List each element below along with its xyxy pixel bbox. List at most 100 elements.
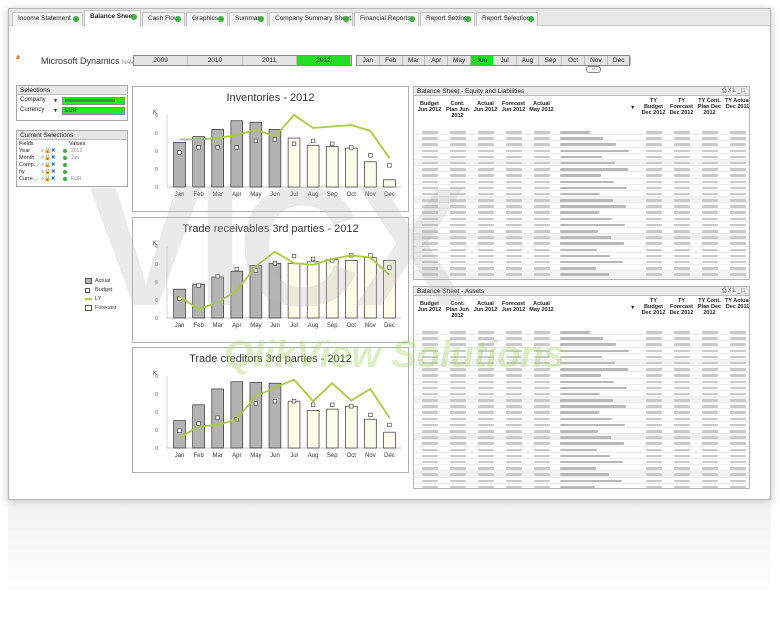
bar-forecast[interactable] bbox=[383, 431, 396, 449]
bar-actual[interactable] bbox=[230, 270, 244, 319]
tab-graphics[interactable]: Graphics bbox=[186, 12, 228, 26]
month-may[interactable]: May bbox=[448, 56, 471, 65]
tab-income-statement[interactable]: Income Statement bbox=[12, 12, 83, 26]
tab-balance-sheet[interactable]: Balance Sheet bbox=[84, 10, 141, 27]
column-header[interactable]: TY Forecast Dec 2012 bbox=[668, 298, 695, 316]
month-sep[interactable]: Sep bbox=[539, 56, 563, 65]
selection-action-icons[interactable]: ⌕🔒✖ bbox=[41, 169, 56, 175]
tab-company-summary-sheet[interactable]: Company Summary Sheet bbox=[269, 12, 353, 26]
year-2011[interactable]: 2011 bbox=[243, 56, 297, 65]
bar-forecast[interactable] bbox=[345, 260, 358, 319]
month-jun[interactable]: Jun bbox=[471, 56, 494, 65]
scroll-cursor-icon[interactable]: ⇔ bbox=[586, 66, 601, 73]
month-mar[interactable]: Mar bbox=[403, 56, 426, 65]
bar-actual[interactable] bbox=[268, 382, 282, 449]
tab-report-settings[interactable]: Report Settings bbox=[420, 12, 475, 26]
selection-action-icons[interactable]: ⌕🔒✖ bbox=[41, 176, 56, 182]
blurred-cell bbox=[730, 436, 746, 439]
blurred-cell bbox=[560, 205, 626, 208]
selection-action-icons[interactable]: ⌕🔒✖ bbox=[41, 148, 56, 154]
bar-actual[interactable] bbox=[192, 136, 205, 188]
bar-actual[interactable] bbox=[211, 276, 224, 319]
blurred-cell bbox=[560, 149, 629, 153]
blurred-cell bbox=[730, 423, 746, 427]
bar-forecast[interactable] bbox=[306, 144, 320, 188]
year-2009[interactable]: 2009 bbox=[134, 56, 189, 65]
company-dropdown-icon[interactable]: ▼ bbox=[53, 98, 58, 104]
blurred-cell bbox=[478, 131, 494, 134]
table-controls-icon[interactable]: ⎙XL_□ bbox=[722, 287, 746, 296]
selection-action-icons[interactable]: ⌕🔒✖ bbox=[41, 155, 56, 161]
bar-actual[interactable] bbox=[173, 142, 186, 188]
bar-actual[interactable] bbox=[230, 120, 244, 188]
bar-forecast[interactable] bbox=[306, 410, 320, 449]
bar-actual[interactable] bbox=[192, 283, 205, 319]
month-jan[interactable]: Jan bbox=[357, 56, 380, 65]
bar-forecast[interactable] bbox=[364, 418, 377, 449]
bar-actual[interactable] bbox=[268, 262, 282, 319]
column-header[interactable]: Budget Jun 2012 bbox=[416, 301, 443, 313]
bar-actual[interactable] bbox=[249, 265, 263, 319]
column-header[interactable]: Cont. Plan Jun 2012 bbox=[444, 101, 471, 119]
month-oct[interactable]: Oct bbox=[562, 56, 585, 65]
sort-dropdown-icon[interactable]: ▼ bbox=[630, 305, 635, 311]
sort-dropdown-icon[interactable]: ▼ bbox=[630, 105, 635, 111]
tab-cash-flow[interactable]: Cash Flow bbox=[142, 12, 185, 26]
company-value[interactable] bbox=[62, 97, 125, 105]
month-feb[interactable]: Feb bbox=[380, 56, 403, 65]
blurred-cell bbox=[646, 192, 662, 196]
selection-action-icons[interactable]: ⌕🔒✖ bbox=[41, 162, 56, 168]
bar-forecast[interactable] bbox=[345, 147, 358, 188]
year-2012[interactable]: 2012 bbox=[296, 56, 351, 65]
column-header[interactable]: TY Actual Dec 2011 bbox=[724, 98, 749, 110]
bar-forecast[interactable] bbox=[287, 400, 301, 449]
blurred-cell bbox=[422, 186, 438, 190]
column-header[interactable]: Actual Jun 2012 bbox=[472, 101, 499, 113]
bar-forecast[interactable] bbox=[345, 405, 358, 449]
column-header[interactable]: Budget Jun 2012 bbox=[416, 101, 443, 113]
column-header[interactable]: Actual May 2012 bbox=[528, 301, 555, 313]
month-dec[interactable]: Dec bbox=[608, 56, 631, 65]
table-row[interactable] bbox=[414, 271, 749, 278]
blurred-cell bbox=[506, 230, 522, 233]
bar-forecast[interactable] bbox=[325, 259, 339, 319]
tab-report-selections[interactable]: Report Selections bbox=[476, 12, 538, 26]
column-header[interactable]: Cont. Plan Jun 2012 bbox=[444, 301, 471, 319]
column-header[interactable]: Actual May 2012 bbox=[528, 101, 555, 113]
column-header[interactable]: TY Actual Dec 2011 bbox=[724, 298, 749, 310]
month-jul[interactable]: Jul bbox=[494, 56, 517, 65]
table-controls-icon[interactable]: ⎙XL_□ bbox=[722, 87, 746, 96]
column-header[interactable]: Forecast Jun 2012 bbox=[500, 101, 527, 113]
table-row[interactable] bbox=[414, 484, 749, 488]
bar-actual[interactable] bbox=[173, 420, 186, 449]
month-nov[interactable]: Nov bbox=[585, 56, 608, 65]
column-header[interactable]: TY Budget Dec 2012 bbox=[640, 298, 667, 316]
bar-forecast[interactable] bbox=[306, 261, 320, 319]
bar-forecast[interactable] bbox=[364, 161, 377, 188]
blurred-cell bbox=[478, 361, 494, 365]
month-aug[interactable]: Aug bbox=[517, 56, 540, 65]
blurred-cell bbox=[450, 355, 466, 359]
currency-value[interactable]: EUR bbox=[62, 107, 125, 115]
column-header[interactable]: Forecast Jun 2012 bbox=[500, 301, 527, 313]
bar-actual[interactable] bbox=[173, 288, 186, 319]
column-header[interactable]: TY Forecast Dec 2012 bbox=[668, 98, 695, 116]
currency-dropdown-icon[interactable]: ▼ bbox=[53, 108, 58, 114]
column-header[interactable]: Actual Jun 2012 bbox=[472, 301, 499, 313]
column-header[interactable]: TY Cont. Plan Dec 2012 bbox=[696, 298, 723, 316]
bar-forecast[interactable] bbox=[325, 146, 339, 188]
tab-summary[interactable]: Summary bbox=[229, 12, 268, 26]
bar-forecast[interactable] bbox=[325, 408, 339, 449]
budget-marker bbox=[291, 253, 297, 259]
bar-forecast[interactable] bbox=[383, 179, 396, 188]
tab-financial-reports[interactable]: Financial Reports bbox=[354, 12, 419, 26]
year-2010[interactable]: 2010 bbox=[188, 56, 243, 65]
bar-actual[interactable] bbox=[249, 382, 263, 449]
bar-forecast[interactable] bbox=[364, 257, 377, 319]
month-apr[interactable]: Apr bbox=[425, 56, 449, 65]
x-tick-label: Apr bbox=[232, 323, 241, 329]
bar-forecast[interactable] bbox=[287, 262, 301, 319]
column-header[interactable]: TY Budget Dec 2012 bbox=[640, 98, 667, 116]
column-header[interactable]: TY Cont. Plan Dec 2012 bbox=[696, 98, 723, 116]
blurred-cell bbox=[506, 399, 522, 402]
